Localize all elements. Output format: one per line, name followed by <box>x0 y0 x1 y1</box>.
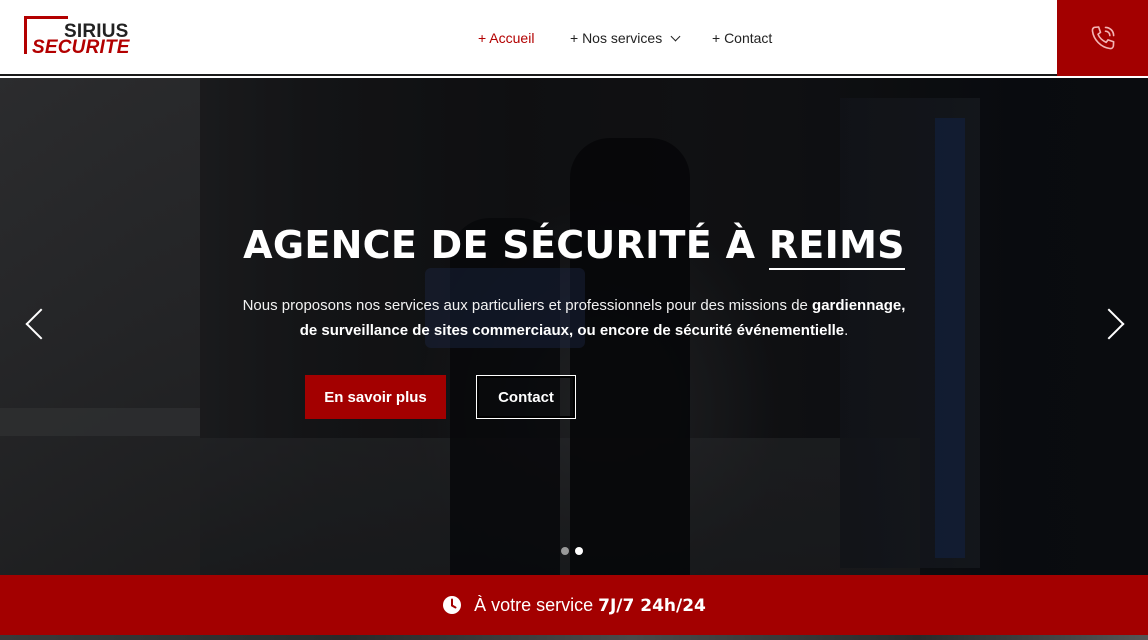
slider-dots <box>561 547 583 555</box>
nav-item-accueil[interactable]: + Accueil <box>478 29 534 47</box>
hero-desc-bold-2: de surveillance de sites commerciaux, ou… <box>299 322 845 339</box>
hero-description: Nous proposons nos services aux particul… <box>0 293 1148 343</box>
hero-title-main: AGENCE DE SÉCURITÉ À <box>243 223 769 267</box>
logo[interactable]: SIRIUS SECURITE <box>24 16 134 60</box>
site-header: SIRIUS SECURITE + Accueil + Nos services… <box>0 0 1148 76</box>
learn-more-button[interactable]: En savoir plus <box>305 375 446 419</box>
availability-text: À votre service 7J/7 24h/24 <box>442 595 706 616</box>
hero-title-city: REIMS <box>768 223 905 270</box>
slider-dot-2[interactable] <box>575 547 583 555</box>
availability-label: À votre service <box>474 594 599 615</box>
nav-item-label: + Nos services <box>570 30 663 46</box>
nav-item-label: + Contact <box>712 30 773 46</box>
hero-title: AGENCE DE SÉCURITÉ À REIMS <box>0 222 1148 270</box>
hero-slider: AGENCE DE SÉCURITÉ À REIMS Nous proposon… <box>0 78 1148 575</box>
availability-band: À votre service 7J/7 24h/24 <box>0 575 1148 635</box>
nav-item-label: + Accueil <box>478 30 535 46</box>
phone-icon <box>1091 26 1114 50</box>
next-section-peek <box>0 635 1148 640</box>
hero-desc-bold-1: gardiennage, <box>812 297 906 314</box>
availability-hours: 7J/7 24h/24 <box>598 595 706 616</box>
clock-icon <box>443 596 462 614</box>
contact-button[interactable]: Contact <box>476 375 576 419</box>
nav-item-nos-services[interactable]: + Nos services <box>570 29 681 47</box>
nav-item-contact[interactable]: + Contact <box>712 29 772 47</box>
phone-call-button[interactable] <box>1057 0 1148 76</box>
chevron-down-icon <box>670 31 681 41</box>
hero-desc-text: Nous proposons nos services aux particul… <box>242 297 813 314</box>
logo-line-2: SECURITE <box>32 37 130 58</box>
hero-desc-end: . <box>844 322 849 339</box>
slider-dot-1[interactable] <box>561 547 569 555</box>
